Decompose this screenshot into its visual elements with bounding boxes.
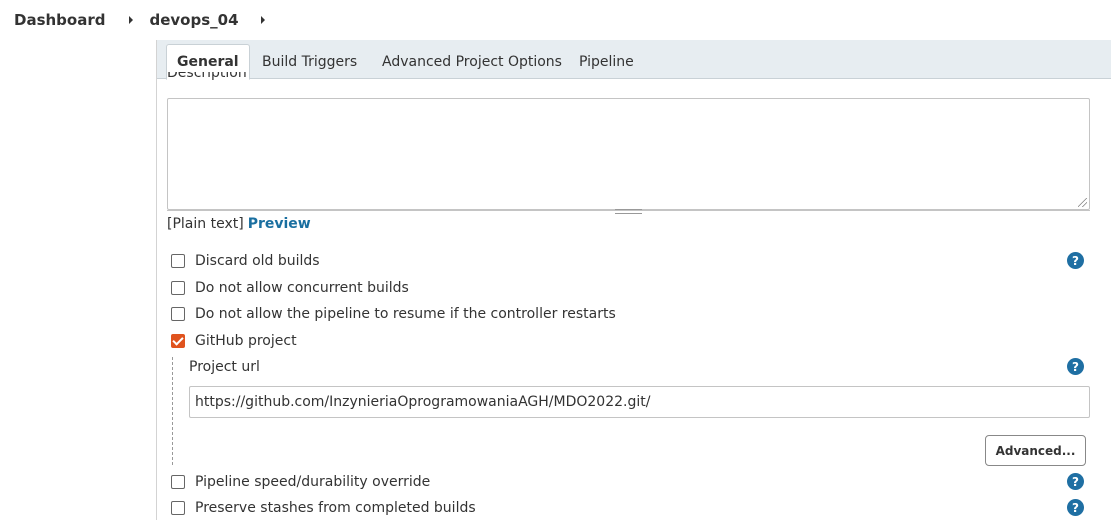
project-url-label: Project url [189, 359, 260, 375]
advanced-button[interactable]: Advanced... [985, 435, 1086, 466]
no-concurrent-builds-checkbox[interactable] [171, 281, 185, 295]
config-tabs: General Build Triggers Advanced Project … [157, 40, 1111, 80]
option-pipeline-speed[interactable]: Pipeline speed/durability override [171, 474, 430, 490]
resize-grip-icon[interactable] [1078, 198, 1087, 207]
nested-section-line [172, 357, 173, 465]
pipeline-speed-label: Pipeline speed/durability override [195, 474, 431, 490]
tab-build-triggers[interactable]: Build Triggers [262, 44, 357, 80]
github-project-checkbox[interactable] [171, 334, 185, 348]
preserve-stashes-label: Preserve stashes from completed builds [195, 500, 476, 516]
help-icon[interactable]: ? [1067, 252, 1084, 269]
discard-old-builds-checkbox[interactable] [171, 254, 185, 268]
help-icon[interactable]: ? [1067, 358, 1084, 375]
breadcrumb-dashboard[interactable]: Dashboard [14, 11, 105, 29]
tab-pipeline[interactable]: Pipeline [579, 44, 634, 80]
option-preserve-stashes[interactable]: Preserve stashes from completed builds [171, 500, 476, 516]
help-icon[interactable]: ? [1067, 473, 1084, 490]
preserve-stashes-checkbox[interactable] [171, 501, 185, 515]
help-icon[interactable]: ? [1067, 499, 1084, 516]
preview-link[interactable]: Preview [248, 216, 311, 232]
drag-handle-icon[interactable] [615, 209, 642, 214]
no-resume-checkbox[interactable] [171, 307, 185, 321]
tab-advanced-project-options[interactable]: Advanced Project Options [382, 44, 562, 80]
no-resume-label: Do not allow the pipeline to resume if t… [195, 306, 616, 322]
description-textarea[interactable] [167, 98, 1090, 210]
github-project-label: GitHub project [195, 333, 297, 349]
chevron-right-icon[interactable] [260, 16, 265, 24]
side-panel-divider [156, 40, 157, 520]
discard-old-builds-label: Discard old builds [195, 253, 320, 269]
option-no-concurrent-builds[interactable]: Do not allow concurrent builds [171, 280, 409, 296]
no-concurrent-builds-label: Do not allow concurrent builds [195, 280, 409, 296]
breadcrumb: Dashboard devops_04 [0, 0, 1111, 40]
option-discard-old-builds[interactable]: Discard old builds [171, 253, 320, 269]
plain-text-label: [Plain text] [167, 216, 244, 232]
option-github-project[interactable]: GitHub project [171, 333, 297, 349]
chevron-right-icon[interactable] [129, 16, 134, 24]
breadcrumb-devops-04[interactable]: devops_04 [149, 11, 238, 29]
option-no-resume[interactable]: Do not allow the pipeline to resume if t… [171, 306, 616, 322]
format-line: [Plain text] Preview [167, 216, 311, 232]
project-url-input[interactable] [189, 386, 1090, 418]
description-label: Description [167, 72, 247, 80]
pipeline-speed-checkbox[interactable] [171, 475, 185, 489]
